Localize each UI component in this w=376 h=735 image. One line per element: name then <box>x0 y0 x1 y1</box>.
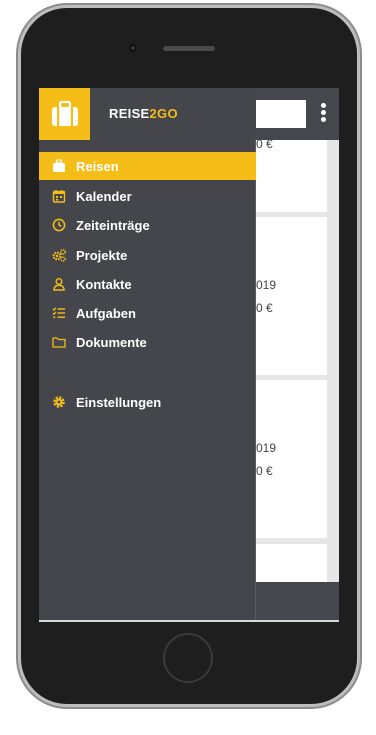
card-amount: 0 € <box>256 464 273 478</box>
card-date: 019 <box>256 278 277 292</box>
nav-item-kontakte[interactable]: Kontakte <box>39 270 256 298</box>
clock-icon <box>52 218 66 232</box>
nav-label: Dokumente <box>76 334 147 350</box>
folder-icon <box>52 335 66 349</box>
nav-item-projekte[interactable]: Projekte <box>39 241 256 269</box>
earpiece-speaker <box>163 46 215 51</box>
nav-label: Zeiteinträge <box>76 217 150 233</box>
checklist-icon <box>52 306 66 320</box>
nav-item-einstellungen[interactable]: Einstellungen <box>39 388 256 416</box>
trip-card[interactable] <box>249 544 327 582</box>
trip-card[interactable] <box>249 380 327 538</box>
gear-icon <box>52 395 66 409</box>
more-menu-icon[interactable] <box>319 103 327 125</box>
nav-label: Projekte <box>76 247 128 263</box>
calendar-icon <box>52 189 66 203</box>
person-icon <box>52 277 66 291</box>
nav-label: Einstellungen <box>76 394 162 410</box>
brand-part-1: REISE <box>109 106 150 121</box>
card-date: 019 <box>256 441 277 455</box>
home-button[interactable] <box>163 633 213 683</box>
suitcase-icon <box>51 101 78 126</box>
drawer-header: REISE2GO <box>39 88 256 140</box>
app-screen: 0 € 019 0 € 019 0 € REISE2GO Reisen Kale… <box>39 88 339 620</box>
power-button <box>357 155 360 203</box>
search-input[interactable] <box>253 100 306 128</box>
nav-item-dokumente[interactable]: Dokumente <box>39 328 256 356</box>
navigation-drawer: REISE2GO Reisen Kalender Zeiteinträge Pr… <box>39 88 256 620</box>
bottom-bar <box>256 582 339 620</box>
card-amount: 0 € <box>256 301 273 315</box>
nav-item-aufgaben[interactable]: Aufgaben <box>39 299 256 327</box>
brand-part-2: 2GO <box>149 106 178 121</box>
nav-item-reisen[interactable]: Reisen <box>39 152 256 180</box>
nav-label: Kontakte <box>76 276 132 292</box>
gears-icon <box>52 248 66 262</box>
card-amount: 0 € <box>256 137 273 151</box>
nav-label: Reisen <box>76 158 119 174</box>
nav-item-zeiteintraege[interactable]: Zeiteinträge <box>39 211 256 239</box>
nav-item-kalender[interactable]: Kalender <box>39 182 256 210</box>
nav-label: Kalender <box>76 188 132 204</box>
nav-label: Aufgaben <box>76 305 136 321</box>
front-camera <box>129 44 137 52</box>
screen-bottom-edge <box>39 620 339 622</box>
app-logo[interactable] <box>39 88 90 140</box>
trip-card[interactable] <box>249 217 327 375</box>
app-brand: REISE2GO <box>109 106 178 121</box>
suitcase-icon <box>52 159 66 173</box>
